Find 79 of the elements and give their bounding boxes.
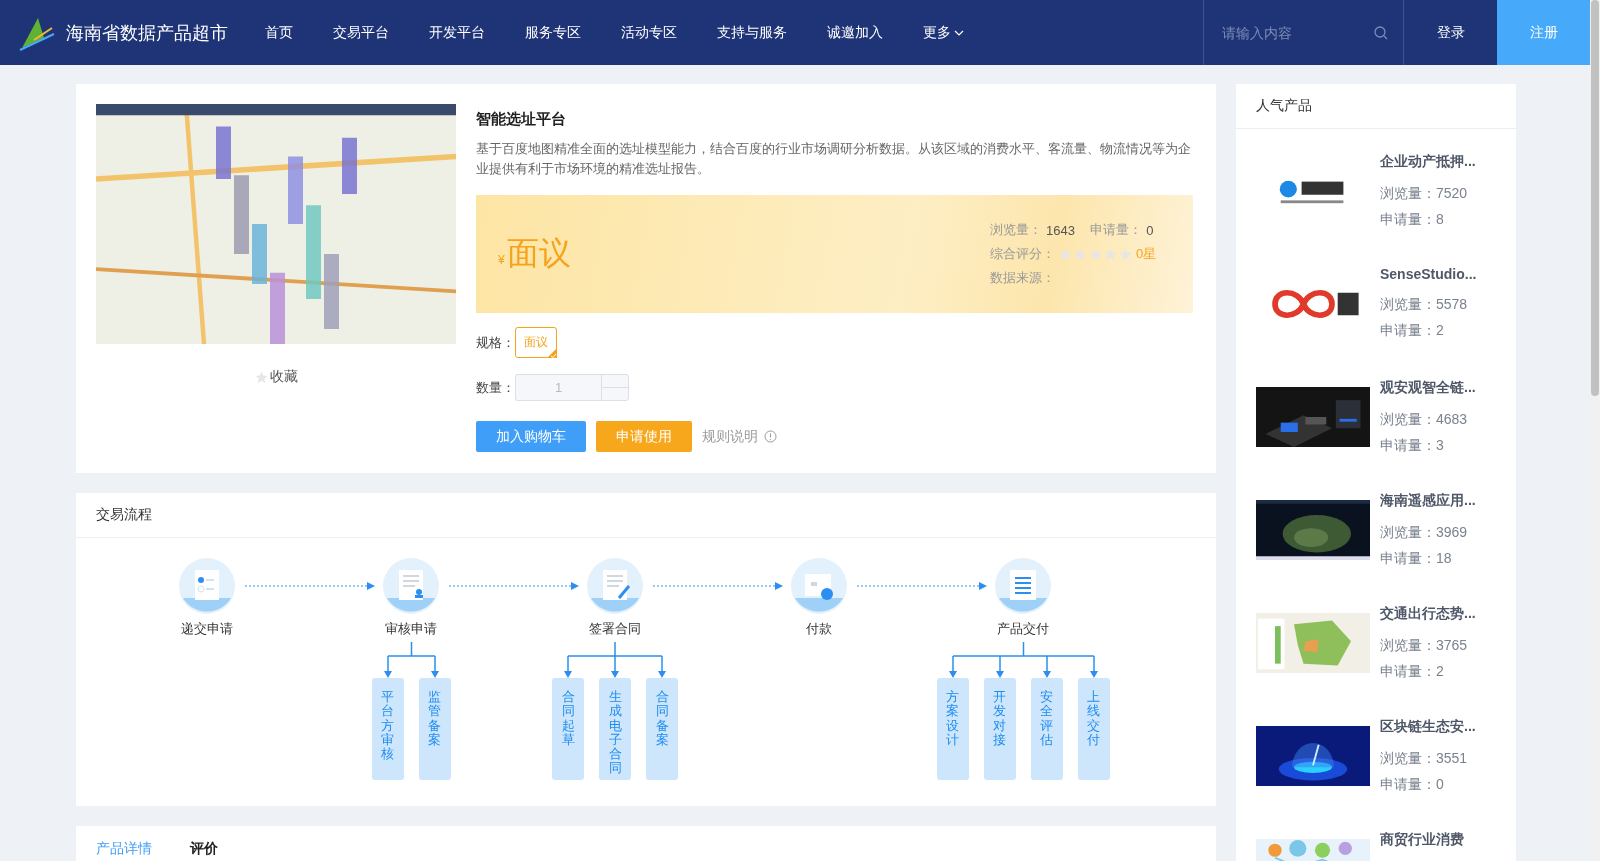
apply-count: 申请量：0 <box>1380 776 1445 794</box>
currency-symbol: ¥ <box>498 253 505 267</box>
sub-step: 合同起草 <box>552 678 584 780</box>
apply-count: 申请量：8 <box>1380 211 1445 229</box>
section-title: 交易流程 <box>96 506 152 524</box>
stat-label: 数据来源： <box>990 269 1055 287</box>
apply-count: 申请量：3 <box>1380 437 1445 455</box>
stepper-control[interactable] <box>601 374 629 401</box>
product-title[interactable]: SenseStudio... <box>1380 266 1477 282</box>
step-label: 付款 <box>806 620 832 638</box>
view-count: 浏览量：3765 <box>1380 637 1469 655</box>
sub-step: 合同备案 <box>646 678 678 780</box>
nav-link[interactable]: 首页 <box>265 23 293 42</box>
nav-link[interactable]: 开发平台 <box>429 23 485 42</box>
stat-value: 1643 <box>1046 222 1075 238</box>
branch-connector <box>383 642 439 678</box>
apply-count: 申请量：2 <box>1380 663 1445 681</box>
product-title[interactable]: 区块链生态安... <box>1380 718 1476 736</box>
star-icon <box>1104 247 1117 261</box>
site-title: 海南省数据产品超市 <box>66 21 228 45</box>
sub-step: 上线交付 <box>1077 678 1110 780</box>
scrollbar-thumb[interactable] <box>1591 0 1599 396</box>
sub-step: 平台方审核 <box>371 678 404 780</box>
product-title[interactable]: 企业动产抵押... <box>1380 153 1476 171</box>
favorite-link[interactable]: 收藏 <box>269 368 298 386</box>
view-count: 浏览量：5578 <box>1380 296 1469 314</box>
stat-label: 浏览量： <box>990 221 1042 239</box>
search-field[interactable]: 请输入内容 <box>1220 23 1374 42</box>
sub-step: 方案设计 <box>936 678 969 780</box>
star-icon <box>1059 247 1072 261</box>
step-label: 签署合同 <box>589 620 641 638</box>
search-icon[interactable] <box>1374 25 1388 40</box>
nav-link[interactable]: 诚邀加入 <box>827 23 883 42</box>
stat-label: 申请量： <box>1090 221 1143 239</box>
step-label: 审核申请 <box>385 620 437 638</box>
star-icon <box>1119 247 1132 261</box>
nav-link[interactable]: 活动专区 <box>621 23 677 42</box>
product-title[interactable]: 商贸行业消费 <box>1380 831 1464 849</box>
step-icon <box>995 558 1051 614</box>
apply-count: 申请量：2 <box>1380 322 1445 340</box>
field-label: 规格： <box>476 333 515 352</box>
info-icon[interactable] <box>764 430 777 443</box>
step-icon <box>383 558 439 614</box>
view-count: 浏览量：7520 <box>1380 185 1469 203</box>
step-label: 递交申请 <box>181 620 233 638</box>
caret-icon <box>954 29 964 36</box>
stat-label: 综合评分： <box>990 245 1055 263</box>
stat-value: 0 <box>1146 222 1154 238</box>
sub-step: 生成电子合同 <box>599 678 631 780</box>
nav-link[interactable]: 支持与服务 <box>717 23 787 42</box>
product-title[interactable]: 海南遥感应用... <box>1380 492 1476 510</box>
product-title[interactable]: 交通出行态势... <box>1380 605 1476 623</box>
star-icon <box>1074 247 1087 261</box>
nav-link[interactable]: 服务专区 <box>525 23 581 42</box>
field-label: 数量： <box>476 378 515 397</box>
step-icon <box>179 558 235 614</box>
product-title[interactable]: 观安观智全链... <box>1380 379 1476 397</box>
price-value: 面议 <box>506 234 571 273</box>
rating-text: 0星 <box>1136 245 1157 263</box>
view-count: 浏览量：4683 <box>1380 411 1469 429</box>
favorite-star-icon[interactable] <box>254 370 268 384</box>
tab[interactable]: 评价 <box>190 838 218 860</box>
view-count: 浏览量：3969 <box>1380 524 1469 542</box>
step-icon <box>791 558 847 614</box>
nav-link[interactable]: 更多 <box>923 23 964 42</box>
product-title: 智能选址平台 <box>476 110 567 129</box>
star-icon <box>1089 247 1102 261</box>
sub-step: 监管备案 <box>418 678 451 780</box>
apply-count: 申请量：18 <box>1380 550 1453 568</box>
step-icon <box>587 558 643 614</box>
view-count: 浏览量：3551 <box>1380 750 1469 768</box>
sub-step: 开发对接 <box>983 678 1016 780</box>
nav-link[interactable]: 交易平台 <box>333 23 389 42</box>
check-corner-icon <box>547 348 557 358</box>
sub-step: 安全评估 <box>1030 678 1063 780</box>
scrollbar[interactable] <box>1590 0 1600 861</box>
step-label: 产品交付 <box>997 620 1049 638</box>
product-description: 基于百度地图精准全面的选址模型能力，结合百度的行业市场调研分析数据。从该区域的消费水平、客流量、物流情况等为企业提供有利于市场环境的精准选址报告。 <box>476 140 1192 178</box>
section-title: 人气产品 <box>1256 97 1312 115</box>
